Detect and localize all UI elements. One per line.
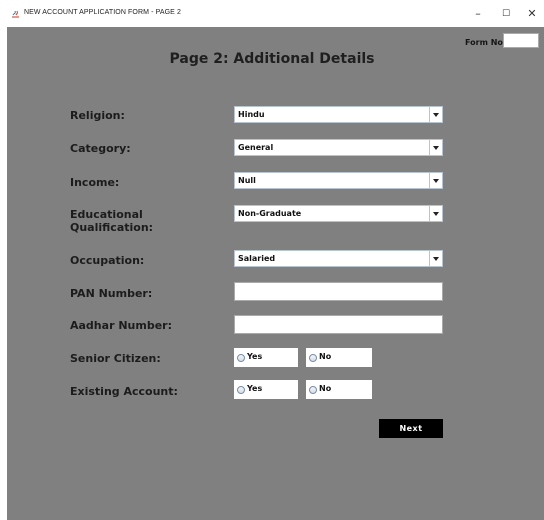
page-title: Page 2: Additional Details bbox=[169, 51, 375, 67]
education-label-line2: Qualification: bbox=[70, 221, 154, 234]
education-label-line1: Educational bbox=[70, 208, 143, 221]
form-panel: Page 2: Additional Details Form No: Reli… bbox=[7, 27, 544, 520]
religion-label: Religion: bbox=[70, 109, 125, 122]
radio-icon[interactable] bbox=[309, 386, 317, 394]
occupation-select[interactable]: Salaried bbox=[234, 250, 443, 267]
existing-account-yes-label: Yes bbox=[247, 384, 263, 393]
chevron-down-icon[interactable] bbox=[429, 206, 442, 221]
title-bar: NEW ACCOUNT APPLICATION FORM - PAGE 2 – … bbox=[0, 0, 544, 27]
existing-account-yes-radio[interactable]: Yes bbox=[234, 380, 298, 399]
senior-citizen-yes-radio[interactable]: Yes bbox=[234, 348, 298, 367]
close-button[interactable]: ✕ bbox=[520, 6, 544, 22]
senior-citizen-no-radio[interactable]: No bbox=[306, 348, 372, 367]
pan-input[interactable] bbox=[234, 282, 443, 301]
religion-select[interactable]: Hindu bbox=[234, 106, 443, 123]
category-value: General bbox=[238, 143, 274, 152]
chevron-down-icon[interactable] bbox=[429, 173, 442, 188]
window-title: NEW ACCOUNT APPLICATION FORM - PAGE 2 bbox=[24, 9, 181, 16]
senior-citizen-label: Senior Citizen: bbox=[70, 352, 161, 365]
education-select[interactable]: Non-Graduate bbox=[234, 205, 443, 222]
occupation-value: Salaried bbox=[238, 254, 276, 263]
occupation-label: Occupation: bbox=[70, 254, 145, 267]
aadhar-input[interactable] bbox=[234, 315, 443, 334]
next-button[interactable]: Next bbox=[379, 419, 443, 438]
radio-icon[interactable] bbox=[237, 386, 245, 394]
chevron-down-icon[interactable] bbox=[429, 107, 442, 122]
income-select[interactable]: Null bbox=[234, 172, 443, 189]
minimize-button[interactable]: – bbox=[466, 6, 490, 22]
aadhar-label: Aadhar Number: bbox=[70, 319, 172, 332]
form-no-input[interactable] bbox=[503, 33, 539, 48]
senior-citizen-no-label: No bbox=[319, 352, 332, 361]
existing-account-label: Existing Account: bbox=[70, 385, 178, 398]
chevron-down-icon[interactable] bbox=[429, 251, 442, 266]
chevron-down-icon[interactable] bbox=[429, 140, 442, 155]
senior-citizen-yes-label: Yes bbox=[247, 352, 263, 361]
category-select[interactable]: General bbox=[234, 139, 443, 156]
category-label: Category: bbox=[70, 142, 131, 155]
form-no-label: Form No: bbox=[465, 38, 507, 47]
java-app-icon bbox=[10, 9, 21, 19]
income-label: Income: bbox=[70, 176, 120, 189]
radio-icon[interactable] bbox=[309, 354, 317, 362]
religion-value: Hindu bbox=[238, 110, 265, 119]
education-value: Non-Graduate bbox=[238, 209, 302, 218]
existing-account-no-radio[interactable]: No bbox=[306, 380, 372, 399]
income-value: Null bbox=[238, 176, 256, 185]
existing-account-no-label: No bbox=[319, 384, 332, 393]
pan-label: PAN Number: bbox=[70, 287, 153, 300]
maximize-button[interactable]: ☐ bbox=[494, 6, 518, 22]
radio-icon[interactable] bbox=[237, 354, 245, 362]
